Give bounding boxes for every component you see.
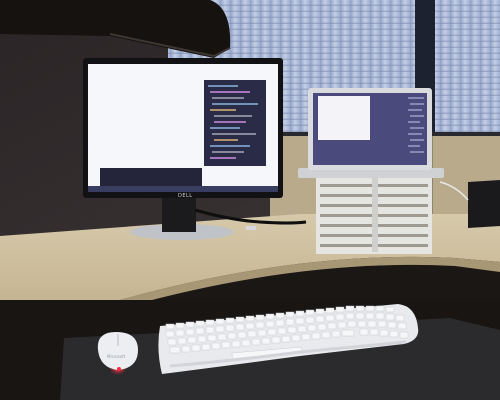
mouse-led [117,367,121,371]
laptop-white-window [318,96,370,140]
photo-canvas: DELL Microsoft [0,0,500,400]
usb-plug [246,226,256,230]
desk-photo: DELL Microsoft [0,0,500,400]
desk-phone [468,180,500,228]
code-panel [204,80,266,166]
laptop-stand [316,176,432,254]
monitor-brand: DELL [178,193,193,199]
taskbar [88,186,278,192]
mouse-brand: Microsoft [107,354,126,359]
monitor-neck [162,194,196,232]
